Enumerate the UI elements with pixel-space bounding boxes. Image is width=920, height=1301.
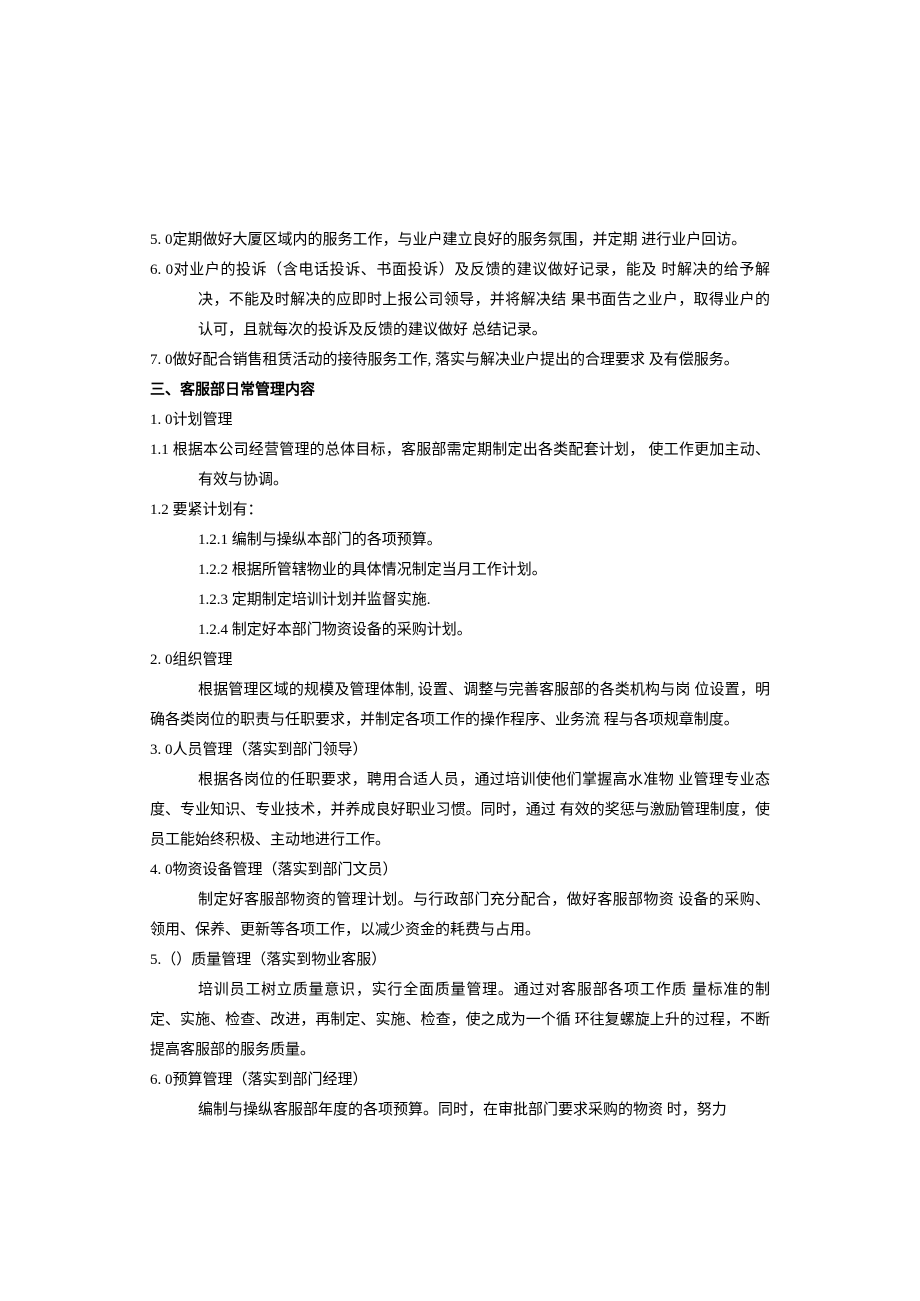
paragraph-9: 1.2.3 定期制定培训计划并监督实施. — [150, 585, 770, 615]
paragraph-15: 4. 0物资设备管理（落实到部门文员） — [150, 855, 770, 885]
paragraph-10: 1.2.4 制定好本部门物资设备的采购计划。 — [150, 615, 770, 645]
paragraph-11: 2. 0组织管理 — [150, 645, 770, 675]
paragraph-18: 培训员工树立质量意识，实行全面质量管理。通过对客服部各项工作质 量标准的制定、实… — [150, 975, 770, 1065]
paragraph-7: 1.2.1 编制与操纵本部门的各项预算。 — [150, 525, 770, 555]
paragraph-14: 根据各岗位的任职要求，聘用合适人员，通过培训使他们掌握高水准物 业管理专业态度、… — [150, 765, 770, 855]
paragraph-1: 6. 0对业户的投诉（含电话投诉、书面投诉）及反馈的建议做好记录，能及 时解决的… — [150, 255, 770, 345]
paragraph-16: 制定好客服部物资的管理计划。与行政部门充分配合，做好客服部物资 设备的采购、领用… — [150, 885, 770, 945]
paragraph-20: 编制与操纵客服部年度的各项预算。同时，在审批部门要求采购的物资 时，努力 — [150, 1095, 770, 1125]
paragraph-4: 1. 0计划管理 — [150, 405, 770, 435]
paragraph-13: 3. 0人员管理（落实到部门领导） — [150, 735, 770, 765]
paragraph-0: 5. 0定期做好大厦区域内的服务工作，与业户建立良好的服务氛围，并定期 进行业户… — [150, 225, 770, 255]
document-body: 5. 0定期做好大厦区域内的服务工作，与业户建立良好的服务氛围，并定期 进行业户… — [150, 225, 770, 1125]
paragraph-19: 6. 0预算管理（落实到部门经理） — [150, 1065, 770, 1095]
paragraph-3: 三、客服部日常管理内容 — [150, 375, 770, 405]
document-page: 5. 0定期做好大厦区域内的服务工作，与业户建立良好的服务氛围，并定期 进行业户… — [0, 0, 920, 1301]
paragraph-5: 1.1 根据本公司经营管理的总体目标，客服部需定期制定出各类配套计划， 使工作更… — [150, 435, 770, 495]
paragraph-6: 1.2 要紧计划有： — [150, 495, 770, 525]
paragraph-12: 根据管理区域的规模及管理体制, 设置、调整与完善客服部的各类机构与岗 位设置，明… — [150, 675, 770, 735]
paragraph-17: 5.（）质量管理（落实到物业客服） — [150, 945, 770, 975]
paragraph-2: 7. 0做好配合销售租赁活动的接待服务工作, 落实与解决业户提出的合理要求 及有… — [150, 345, 770, 375]
paragraph-8: 1.2.2 根据所管辖物业的具体情况制定当月工作计划。 — [150, 555, 770, 585]
